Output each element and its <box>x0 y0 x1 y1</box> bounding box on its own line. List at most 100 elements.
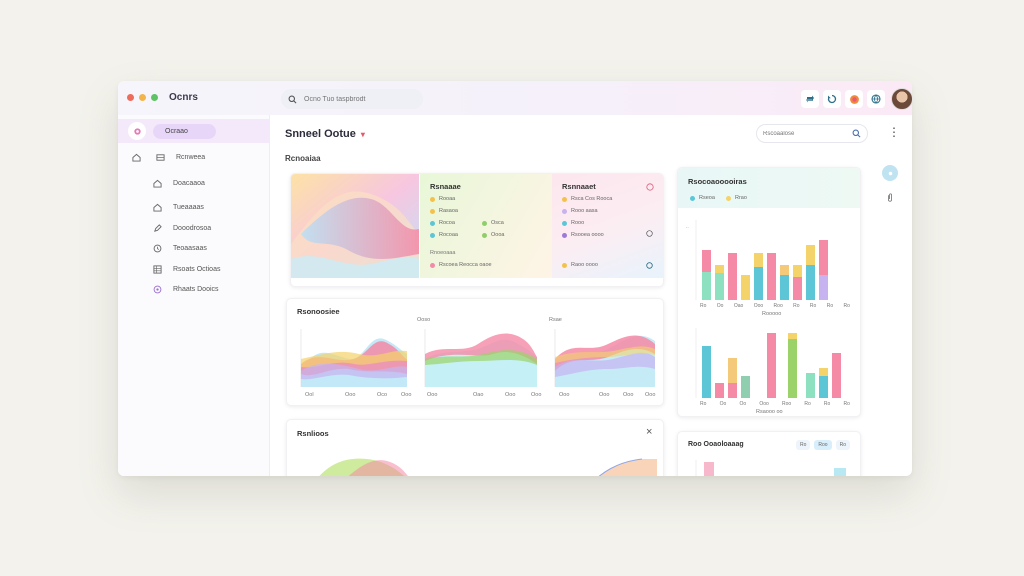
bottom-right-card: Roo Ooaoloaaag Ro Roo Ro <box>677 431 861 476</box>
hero-footer: Rscoea Reocca oaoe <box>430 262 492 268</box>
sidebar-item-label: Rsoats Octioas <box>173 266 221 273</box>
sidebar-item-tasks[interactable]: Tueaaaas <box>153 203 204 212</box>
sidebar-item-docs[interactable]: Doacaaoa <box>153 179 205 188</box>
attachment-icon <box>888 193 892 202</box>
chip[interactable]: Roo <box>814 440 832 450</box>
x-tick: Ooo <box>759 401 769 407</box>
user-avatar[interactable] <box>891 88 912 110</box>
wave-chart-1 <box>300 329 407 387</box>
search-input[interactable] <box>304 95 414 103</box>
x-tick: Ooo <box>753 303 764 309</box>
info-icon[interactable] <box>646 183 654 191</box>
window-controls <box>127 94 158 101</box>
refresh-icon <box>827 94 837 104</box>
x-ticks-bottom: Ro Oo Oo Ooo Roo Ro Ro Ro <box>700 401 850 407</box>
sidebar-item-label: Ocraao <box>153 123 216 139</box>
x-tick: Ro <box>700 303 707 309</box>
x-tick: Ro <box>823 401 831 407</box>
bars-sub-label-2: Rsaooo oo <box>756 409 783 415</box>
x-tick: Ro <box>804 401 811 407</box>
app-window: Ocnrs Ocraao <box>118 81 912 476</box>
close-icon[interactable]: × <box>646 426 652 438</box>
right-rail <box>882 165 898 205</box>
sidebar-item-reports[interactable]: Rcnweea <box>132 153 205 162</box>
sync-icon <box>806 95 814 103</box>
chip[interactable]: Ro <box>796 440 811 450</box>
hero-art <box>291 174 419 278</box>
dashboard-icon <box>128 122 146 140</box>
sidebar-item-timeline[interactable]: Teoaasaas <box>153 244 207 253</box>
bar-chart-bottom <box>695 328 841 398</box>
chevron-icon <box>888 171 892 175</box>
maximize-window-button[interactable] <box>151 94 158 101</box>
home-icon <box>153 203 162 212</box>
bottom-card-title: Rsnlioos <box>297 429 329 438</box>
legend-item: Osca <box>482 220 504 226</box>
x-tick: Ro <box>843 401 850 407</box>
sidebar-item-settings[interactable]: Rhaats Dooics <box>153 285 219 294</box>
grid-icon <box>156 154 165 161</box>
x-tick: Ooo <box>599 392 610 398</box>
x-tick: Ooo <box>559 392 570 398</box>
x-ticks-top: Ro Oo Oao Ooo Roo Ro Ro Ro Ro <box>700 303 850 309</box>
x-tick: Ooo <box>531 392 542 398</box>
clock-icon <box>153 244 162 253</box>
filter-search[interactable] <box>756 124 868 143</box>
legend-item: Rsca Cos Rooca <box>562 196 612 202</box>
legend-item: Rooo aasa <box>562 208 598 214</box>
page-title-text: Snneel Ootue <box>285 128 356 140</box>
more-options-icon[interactable]: ⋮ <box>888 126 900 138</box>
waves-sub-1: Ooso <box>417 317 431 323</box>
x-tick: Oco <box>377 392 388 398</box>
x-tick: Oao <box>473 392 484 398</box>
x-tick: Oao <box>733 303 744 309</box>
minimize-window-button[interactable] <box>139 94 146 101</box>
home-icon <box>153 179 162 188</box>
language-button[interactable] <box>867 90 885 108</box>
waves-title: Rsonoosiee <box>297 307 340 316</box>
hero-col2-title: Rsnnaaet <box>562 182 596 191</box>
x-tick: Roo <box>773 303 783 309</box>
filter-input[interactable] <box>763 130 843 137</box>
sidebar-item-drafts[interactable]: Dooodrosoa <box>153 224 211 233</box>
waves-card: Rsonoosiee Ooso Rsae Ool Ooo Oco Ooo Ooo <box>286 298 664 406</box>
refresh-button[interactable] <box>823 90 841 108</box>
wave-chart-3 <box>554 329 655 387</box>
x-tick: Ro <box>843 303 850 309</box>
hero-sub-label: Rnoeoaaa <box>430 250 456 256</box>
x-tick: Ooo <box>623 392 634 398</box>
x-tick: Oo <box>739 401 747 407</box>
attachment-button[interactable] <box>882 189 898 205</box>
x-tick: Ooo <box>645 392 656 398</box>
table-icon <box>153 265 162 274</box>
rail-toggle-button[interactable] <box>882 165 898 181</box>
bar-chart-top: .. <box>686 220 828 300</box>
page-title[interactable]: Snneel Ootue ▾ <box>285 128 365 140</box>
x-tick: Ro <box>793 303 800 309</box>
legend-item: Rocoaa <box>430 232 458 238</box>
sidebar: Ocraao Rcnweea Doacaaoa Tueaaaas Dooodro… <box>118 115 270 476</box>
top-bar: Ocnrs <box>118 81 912 115</box>
sidebar-item-overview[interactable]: Ocraao <box>118 119 270 143</box>
x-tick: Oo <box>719 401 727 407</box>
legend-item: Rooaa <box>430 196 455 202</box>
chip[interactable]: Ro <box>835 440 850 450</box>
bars-sub-label: Rooooo <box>762 311 782 317</box>
hero-col1-title: Rsnaaae <box>430 182 461 191</box>
legend-item: Rocoa <box>430 220 455 226</box>
sidebar-item-tables[interactable]: Rsoats Octioas <box>153 265 220 274</box>
bottom-right-chart <box>695 460 846 476</box>
bottom-right-title: Roo Ooaoloaaag <box>688 441 744 448</box>
bars-card: Rsocoaooooiras Rseoa Rrao .. Ro Oo Oao O… <box>677 167 861 417</box>
legend-item: Rrao <box>726 195 747 201</box>
search-icon <box>852 129 861 138</box>
close-window-button[interactable] <box>127 94 134 101</box>
settings-icon <box>153 285 162 294</box>
global-search[interactable] <box>281 89 423 109</box>
hero-col2: Rsnnaaet Rsca Cos Rooca Rooo aasa Rooo R… <box>552 174 663 278</box>
theme-button[interactable] <box>845 90 863 108</box>
sync-button[interactable] <box>801 90 819 108</box>
chip-group: Ro Roo Ro <box>796 440 850 450</box>
x-tick: Ro <box>700 401 707 407</box>
x-tick: Ooo <box>505 392 516 398</box>
